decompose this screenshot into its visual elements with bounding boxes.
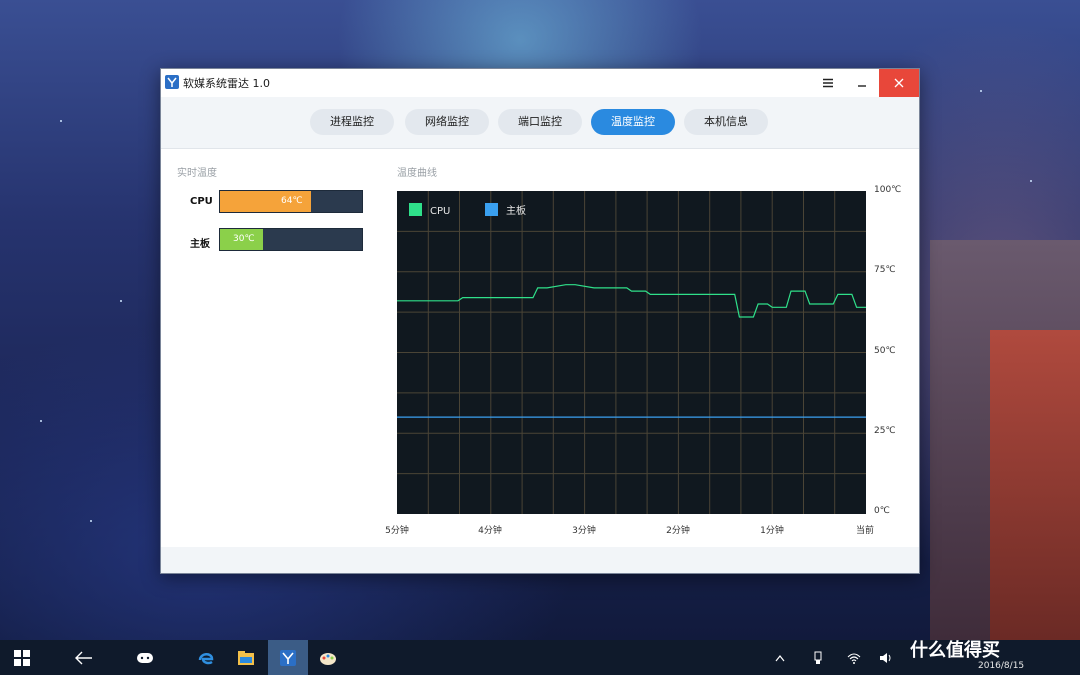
- temperature-chart-svg: CPU 主板: [397, 191, 866, 514]
- volume-icon: [880, 652, 891, 663]
- wifi-icon: [847, 652, 861, 664]
- board-temp-bar: 30℃: [219, 228, 363, 251]
- y-tick-75: 75℃: [874, 265, 896, 275]
- tray-overflow-button[interactable]: [765, 640, 795, 675]
- x-tick-3min: 3分钟: [572, 526, 596, 536]
- y-tick-25: 25℃: [874, 426, 896, 436]
- edge-icon: [198, 652, 214, 664]
- title-bar[interactable]: 软媒系统雷达 1.0: [161, 69, 919, 97]
- x-tick-5min: 5分钟: [385, 526, 409, 536]
- windows-logo-icon: [14, 649, 30, 666]
- back-arrow-icon: [75, 651, 92, 664]
- file-explorer-button[interactable]: [226, 640, 266, 675]
- folder-icon: [238, 650, 254, 665]
- star: [120, 300, 122, 302]
- chat-icon: [137, 652, 153, 663]
- legend-swatch-cpu: [409, 203, 422, 216]
- tab-process-monitor[interactable]: 进程监控: [310, 109, 394, 135]
- wallpaper-building-red: [990, 330, 1080, 640]
- tab-temperature-monitor[interactable]: 温度监控: [591, 109, 675, 135]
- radar-icon: [280, 649, 296, 666]
- star: [980, 90, 982, 92]
- usb-tray-button[interactable]: [804, 640, 832, 675]
- chevron-up-icon: [775, 654, 785, 661]
- x-tick-4min: 4分钟: [478, 526, 502, 536]
- star: [60, 120, 62, 122]
- taskbar-date: 2016/8/15: [978, 661, 1025, 671]
- star: [40, 420, 42, 422]
- x-tick-2min: 2分钟: [666, 526, 690, 536]
- usb-icon: [814, 651, 822, 664]
- star: [90, 520, 92, 522]
- y-tick-50: 50℃: [874, 346, 896, 356]
- window-title: 软媒系统雷达 1.0: [183, 77, 270, 90]
- menu-button[interactable]: [811, 69, 845, 97]
- back-button[interactable]: [64, 640, 104, 675]
- minimize-icon: [858, 85, 866, 87]
- close-button[interactable]: [879, 69, 919, 97]
- board-temp-label: 主板: [190, 239, 210, 250]
- legend-swatch-board: [485, 203, 498, 216]
- cpu-temp-bar: 64℃: [219, 190, 363, 213]
- temp-curve-label: 温度曲线: [397, 168, 437, 179]
- app-window: 软媒系统雷达 1.0 进程监控 网络监控 端口监控 温度监控 本机信息 实时温度…: [160, 68, 920, 574]
- x-tick-now: 当前: [855, 526, 874, 536]
- close-icon: [894, 78, 904, 88]
- tab-network-monitor[interactable]: 网络监控: [405, 109, 489, 135]
- cpu-temp-label: CPU: [190, 196, 213, 207]
- paint-app-button[interactable]: [308, 640, 348, 675]
- edge-browser-button[interactable]: [186, 640, 226, 675]
- radar-app-icon: [165, 75, 179, 89]
- x-tick-1min: 1分钟: [760, 526, 784, 536]
- watermark-text: 什么值得买: [910, 640, 1000, 661]
- window-footer: [161, 547, 919, 573]
- realtime-temp-label: 实时温度: [177, 168, 217, 179]
- y-tick-100: 100℃: [874, 185, 902, 195]
- star: [1030, 180, 1032, 182]
- board-temp-value: 30℃: [233, 234, 255, 244]
- temperature-chart: CPU 主板: [397, 191, 866, 514]
- legend-label-cpu: CPU: [430, 206, 450, 217]
- paint-palette-icon: [320, 652, 336, 665]
- tab-system-info[interactable]: 本机信息: [684, 109, 768, 135]
- y-tick-0: 0℃: [874, 506, 890, 516]
- minimize-button[interactable]: [845, 69, 879, 97]
- hamburger-icon: [823, 78, 833, 88]
- tab-port-monitor[interactable]: 端口监控: [498, 109, 582, 135]
- radar-app-taskbar-button[interactable]: [268, 640, 308, 675]
- volume-tray-button[interactable]: [872, 640, 900, 675]
- legend-label-board: 主板: [506, 204, 526, 217]
- cortana-button[interactable]: [125, 640, 165, 675]
- start-button[interactable]: [2, 640, 42, 675]
- tab-bar: 进程监控 网络监控 端口监控 温度监控 本机信息: [161, 97, 919, 149]
- wifi-tray-button[interactable]: [840, 640, 868, 675]
- cpu-temp-value: 64℃: [281, 196, 303, 206]
